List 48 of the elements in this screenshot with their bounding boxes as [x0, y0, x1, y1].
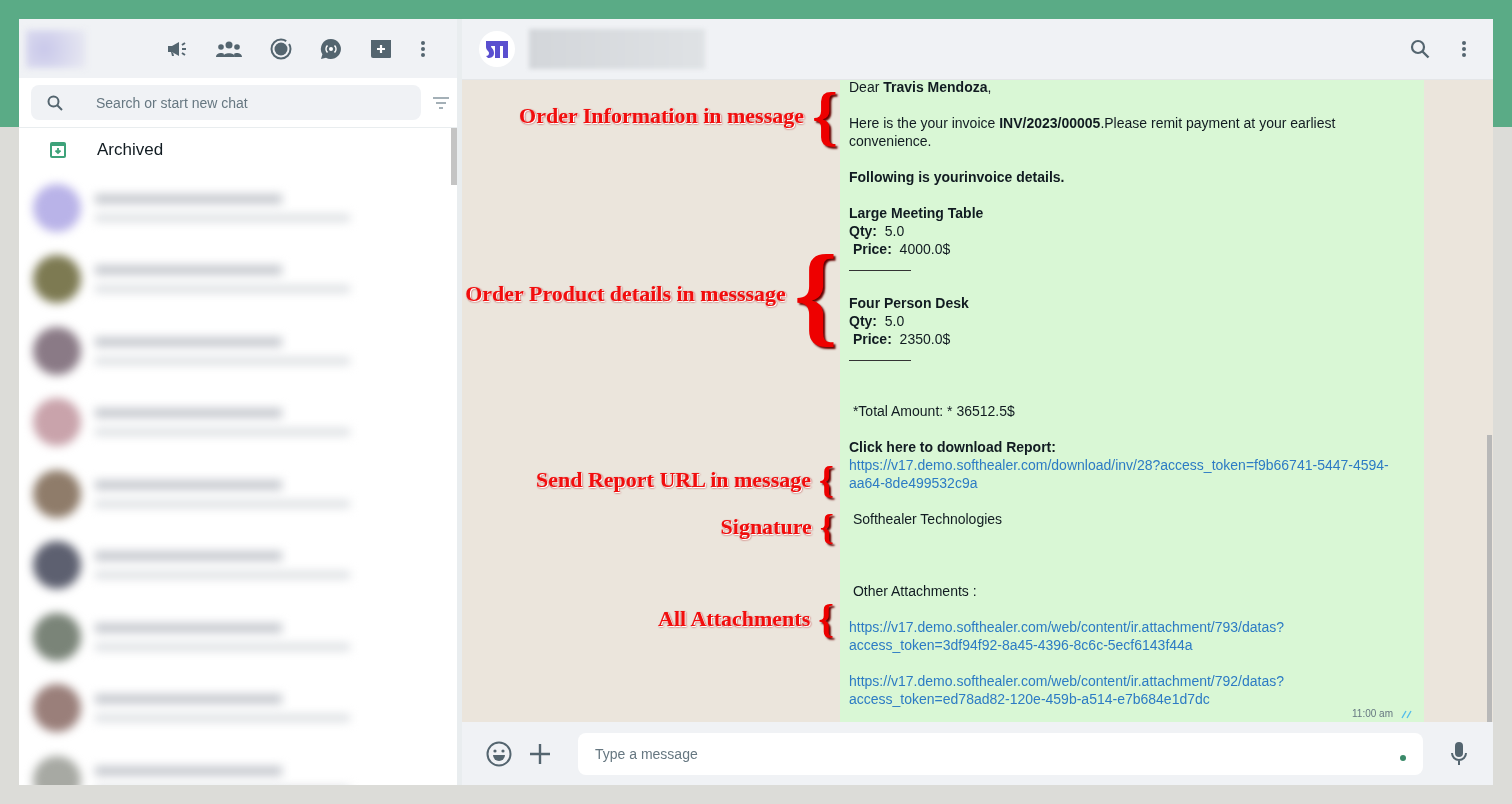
message-text: Price: 4000.0$ — [851, 240, 952, 258]
menu-icon[interactable] — [1461, 40, 1467, 58]
message-heading: Following is yourinvoice details. — [849, 168, 1066, 186]
search-icon — [47, 95, 63, 111]
blurred-profile-picture — [26, 29, 86, 68]
report-link[interactable]: https://v17.demo.softhealer.com/download/inv/28?access_token=f9b66741-5447-4594-aa64-8de499532c9a — [849, 456, 1415, 492]
curly-brace: { — [819, 509, 834, 545]
menu-icon[interactable] — [420, 39, 426, 58]
channels-icon[interactable] — [320, 37, 342, 60]
message-input[interactable]: Type a message — [578, 732, 1423, 775]
search-field[interactable]: Search or start new chat — [31, 85, 421, 120]
double-check-icon — [1401, 709, 1415, 719]
annotation-label: Order Information in message — [519, 103, 804, 129]
message-text: Other Attachments : — [851, 582, 978, 600]
message-text: Qty: 5.0 — [849, 312, 906, 330]
annotation-label: Signature — [720, 514, 812, 540]
message-time: 11:00 am — [1352, 708, 1393, 720]
message-text: Click here to download Report: — [849, 438, 1057, 456]
search-icon[interactable] — [1410, 39, 1430, 59]
attachment-link[interactable]: https://v17.demo.softhealer.com/web/content/ir.attachment/793/datas?access_token=3df94f92-8a45-4396-8c6c-5ecf6143f44a — [849, 618, 1415, 654]
message-text: Qty: 5.0 — [849, 222, 906, 240]
new-chat-icon[interactable] — [370, 38, 392, 59]
scrollbar-thumb[interactable] — [1487, 435, 1492, 722]
message-heading: Large Meeting Table — [849, 204, 985, 222]
message-text: Price: 2350.0$ — [851, 330, 952, 348]
message-text: Here is the your invoice INV/2023/00005.Please remit payment at your earliest convenience. — [849, 114, 1337, 150]
attachment-link[interactable]: https://v17.demo.softhealer.com/web/content/ir.attachment/792/datas?access_token=ed78ad82-120e-459b-a514-e7b684e1d7dc — [849, 672, 1415, 708]
archive-icon — [49, 141, 67, 159]
curly-brace: { — [819, 461, 834, 499]
message-text: *Total Amount: * 36512.5$ — [851, 402, 1016, 420]
annotation-label: Order Product details in messsage — [465, 281, 786, 307]
archived-row[interactable]: Archived — [19, 128, 451, 172]
emoji-icon[interactable] — [486, 740, 512, 767]
curly-brace: { — [793, 238, 838, 350]
status-icon[interactable] — [270, 37, 292, 60]
curly-brace: { — [818, 599, 834, 639]
status-dot — [1400, 754, 1406, 761]
message-text: Softhealer Technologies — [851, 510, 1004, 528]
scrollbar-thumb[interactable] — [451, 128, 457, 185]
community-icon[interactable] — [216, 39, 242, 58]
annotation-label: Send Report URL in message — [536, 467, 811, 493]
curly-brace: { — [812, 83, 838, 149]
annotation-label: All Attachments — [658, 606, 811, 632]
plus-icon[interactable] — [530, 743, 550, 764]
message-text: Dear Travis Mendoza, — [849, 80, 993, 96]
message-heading: Four Person Desk — [849, 294, 970, 312]
company-logo — [479, 31, 515, 67]
microphone-icon[interactable] — [1451, 741, 1467, 766]
